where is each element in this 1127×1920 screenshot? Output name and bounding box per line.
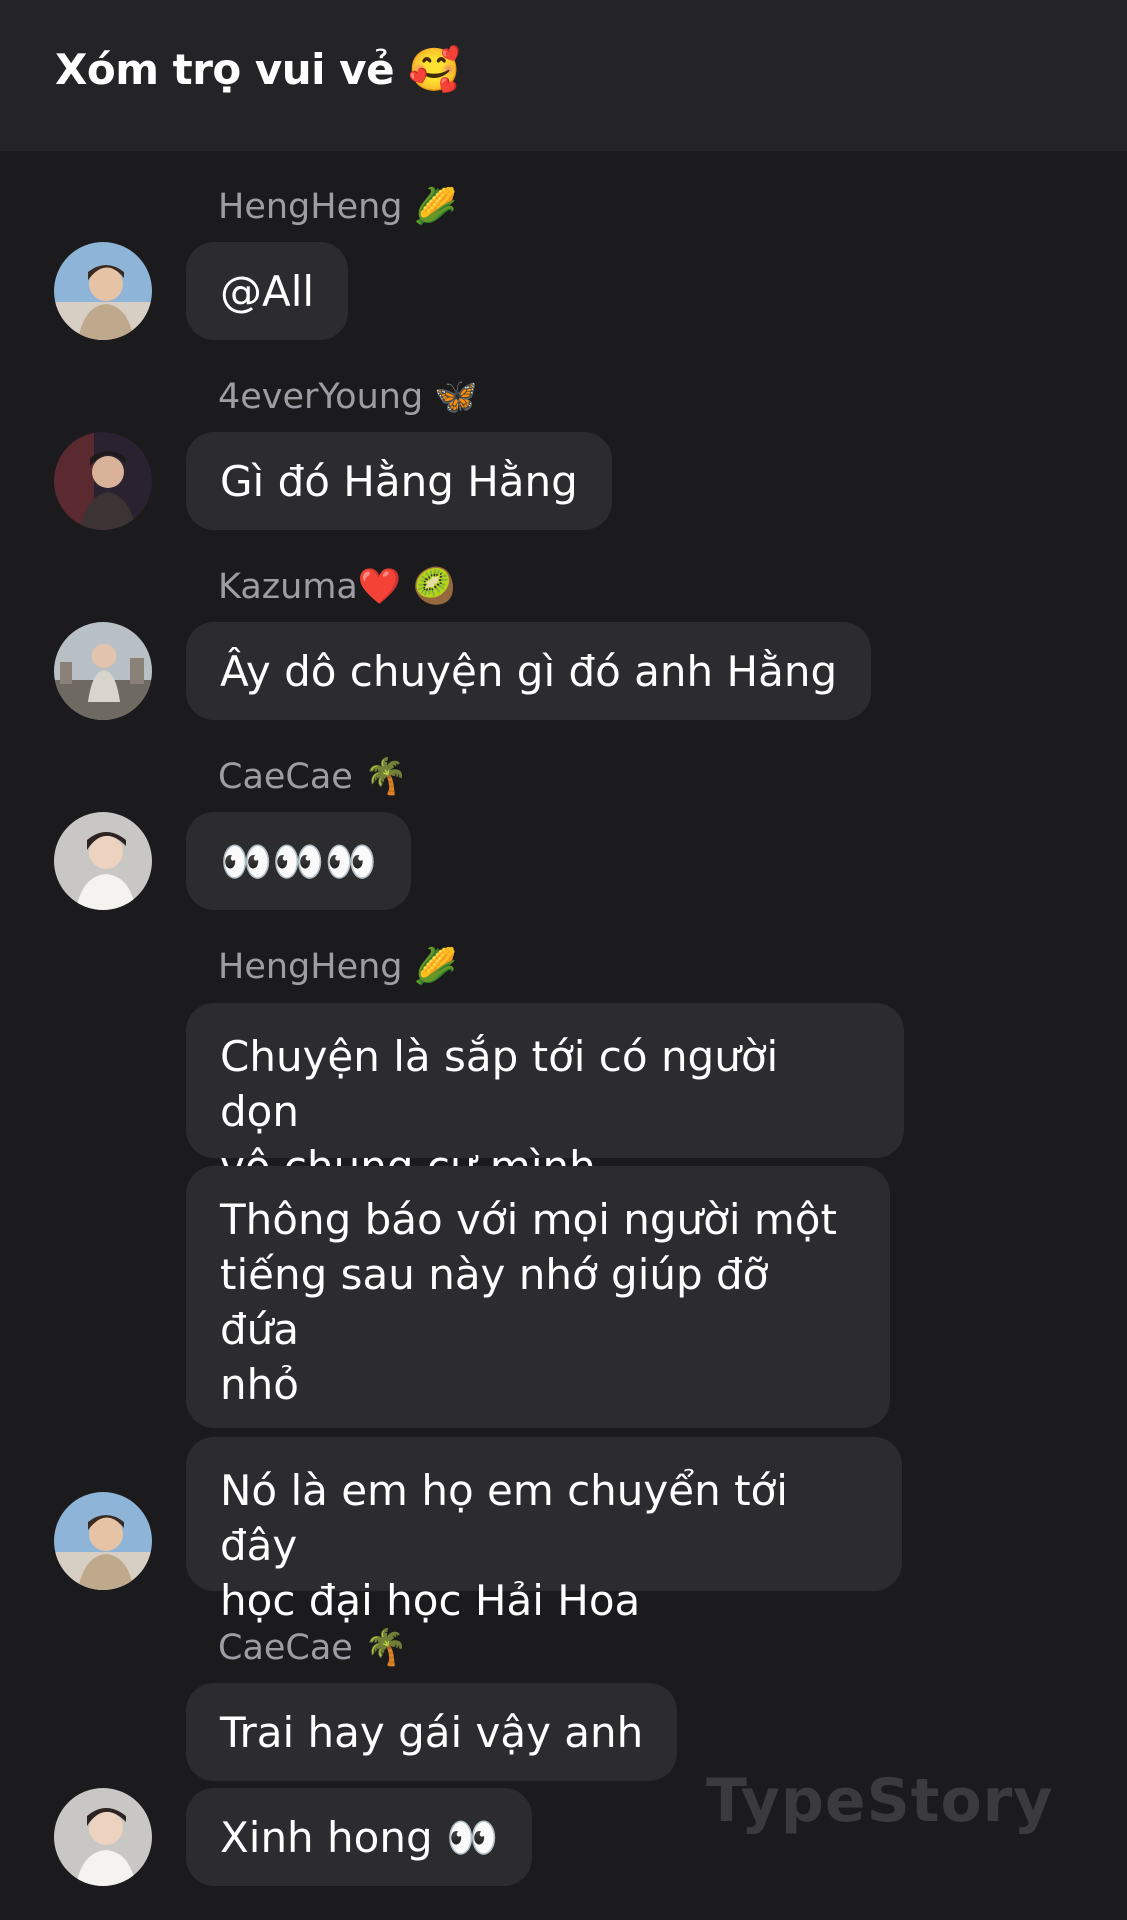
sender-name: CaeCae 🌴 [218,757,408,797]
avatar-henheng[interactable] [54,242,152,340]
message-bubble[interactable]: Ây dô chuyện gì đó anh Hằng [186,622,872,720]
message-bubble[interactable]: Chuyện là sắp tới có người dọn vô chung … [186,1003,904,1191]
group-title: Xóm trọ vui vẻ 🥰 [55,45,460,94]
avatar-caecae[interactable] [54,812,152,910]
message-bubble[interactable]: 👀👀👀 [186,812,411,910]
avatar-photo-icon [54,1788,152,1886]
avatar-photo-icon [54,242,152,340]
avatar-caecae[interactable] [54,1788,152,1886]
avatar-kazuma[interactable] [54,622,152,720]
avatar-photo-icon [54,432,152,530]
message-bubble[interactable]: Nó là em họ em chuyển tới đây học đại họ… [186,1437,902,1625]
message-bubble[interactable]: Thông báo với mọi người một tiếng sau nà… [186,1166,890,1428]
avatar-photo-icon [54,812,152,910]
message-bubble[interactable]: Xinh hong 👀 [186,1788,533,1886]
sender-name: CaeCae 🌴 [218,1628,408,1668]
sender-name: Kazuma❤️ 🥝 [218,567,457,607]
sender-name: 4everYoung 🦋 [218,377,478,417]
message-bubble[interactable]: Trai hay gái vậy anh [186,1683,678,1781]
watermark: TypeStory [706,1766,1054,1836]
avatar-photo-icon [54,622,152,720]
message-bubble[interactable]: Gì đó Hằng Hằng [186,432,612,530]
message-bubble[interactable]: @All [186,242,349,340]
avatar-4everyoung[interactable] [54,432,152,530]
avatar-photo-icon [54,1492,152,1590]
sender-name: HengHeng 🌽 [218,187,458,227]
avatar-henheng[interactable] [54,1492,152,1590]
chat-header: Xóm trọ vui vẻ 🥰 [0,0,1127,151]
sender-name: HengHeng 🌽 [218,947,458,987]
